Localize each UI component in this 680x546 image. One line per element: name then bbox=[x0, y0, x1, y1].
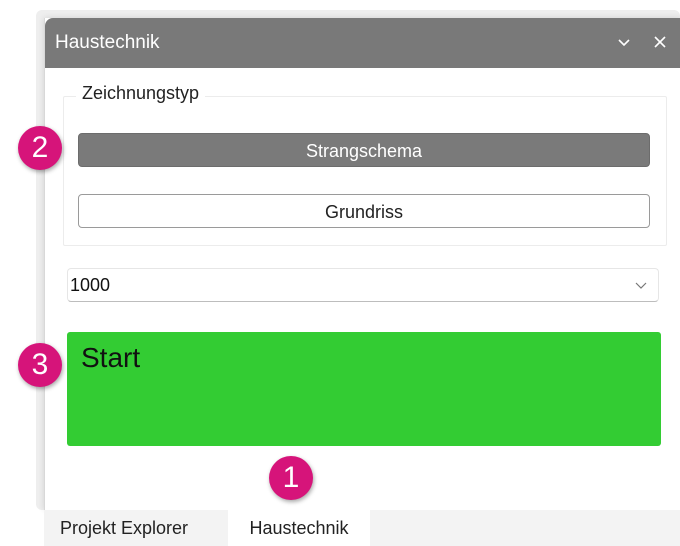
callout-marker-1: 1 bbox=[269, 456, 313, 500]
start-button[interactable]: Start bbox=[67, 332, 661, 446]
tab-projekt-explorer[interactable]: Projekt Explorer bbox=[60, 510, 188, 546]
bottom-tab-bar: Projekt Explorer Haustechnik bbox=[44, 510, 680, 546]
tab-haustechnik[interactable]: Haustechnik bbox=[228, 510, 370, 546]
close-button[interactable] bbox=[647, 28, 673, 56]
drawing-type-legend: Zeichnungstyp bbox=[76, 83, 206, 104]
haustechnik-panel: Haustechnik Zeichnungstyp Strangschema G… bbox=[44, 18, 680, 510]
panel-title: Haustechnik bbox=[55, 32, 160, 53]
panel-titlebar: Haustechnik bbox=[45, 18, 680, 68]
start-label: Start bbox=[81, 342, 141, 373]
scale-value: 1000 bbox=[70, 275, 111, 295]
grundriss-button[interactable]: Grundriss bbox=[78, 194, 650, 228]
strangschema-button[interactable]: Strangschema bbox=[78, 133, 650, 167]
scale-dropdown[interactable]: 1000 bbox=[67, 268, 659, 302]
chevron-down-icon bbox=[618, 39, 630, 47]
callout-marker-2: 2 bbox=[18, 126, 62, 170]
drawing-type-group: Zeichnungstyp Strangschema Grundriss bbox=[63, 83, 667, 246]
collapse-button[interactable] bbox=[611, 28, 637, 56]
close-icon bbox=[654, 36, 666, 48]
callout-marker-3: 3 bbox=[18, 343, 62, 387]
chevron-down-icon bbox=[635, 282, 647, 289]
